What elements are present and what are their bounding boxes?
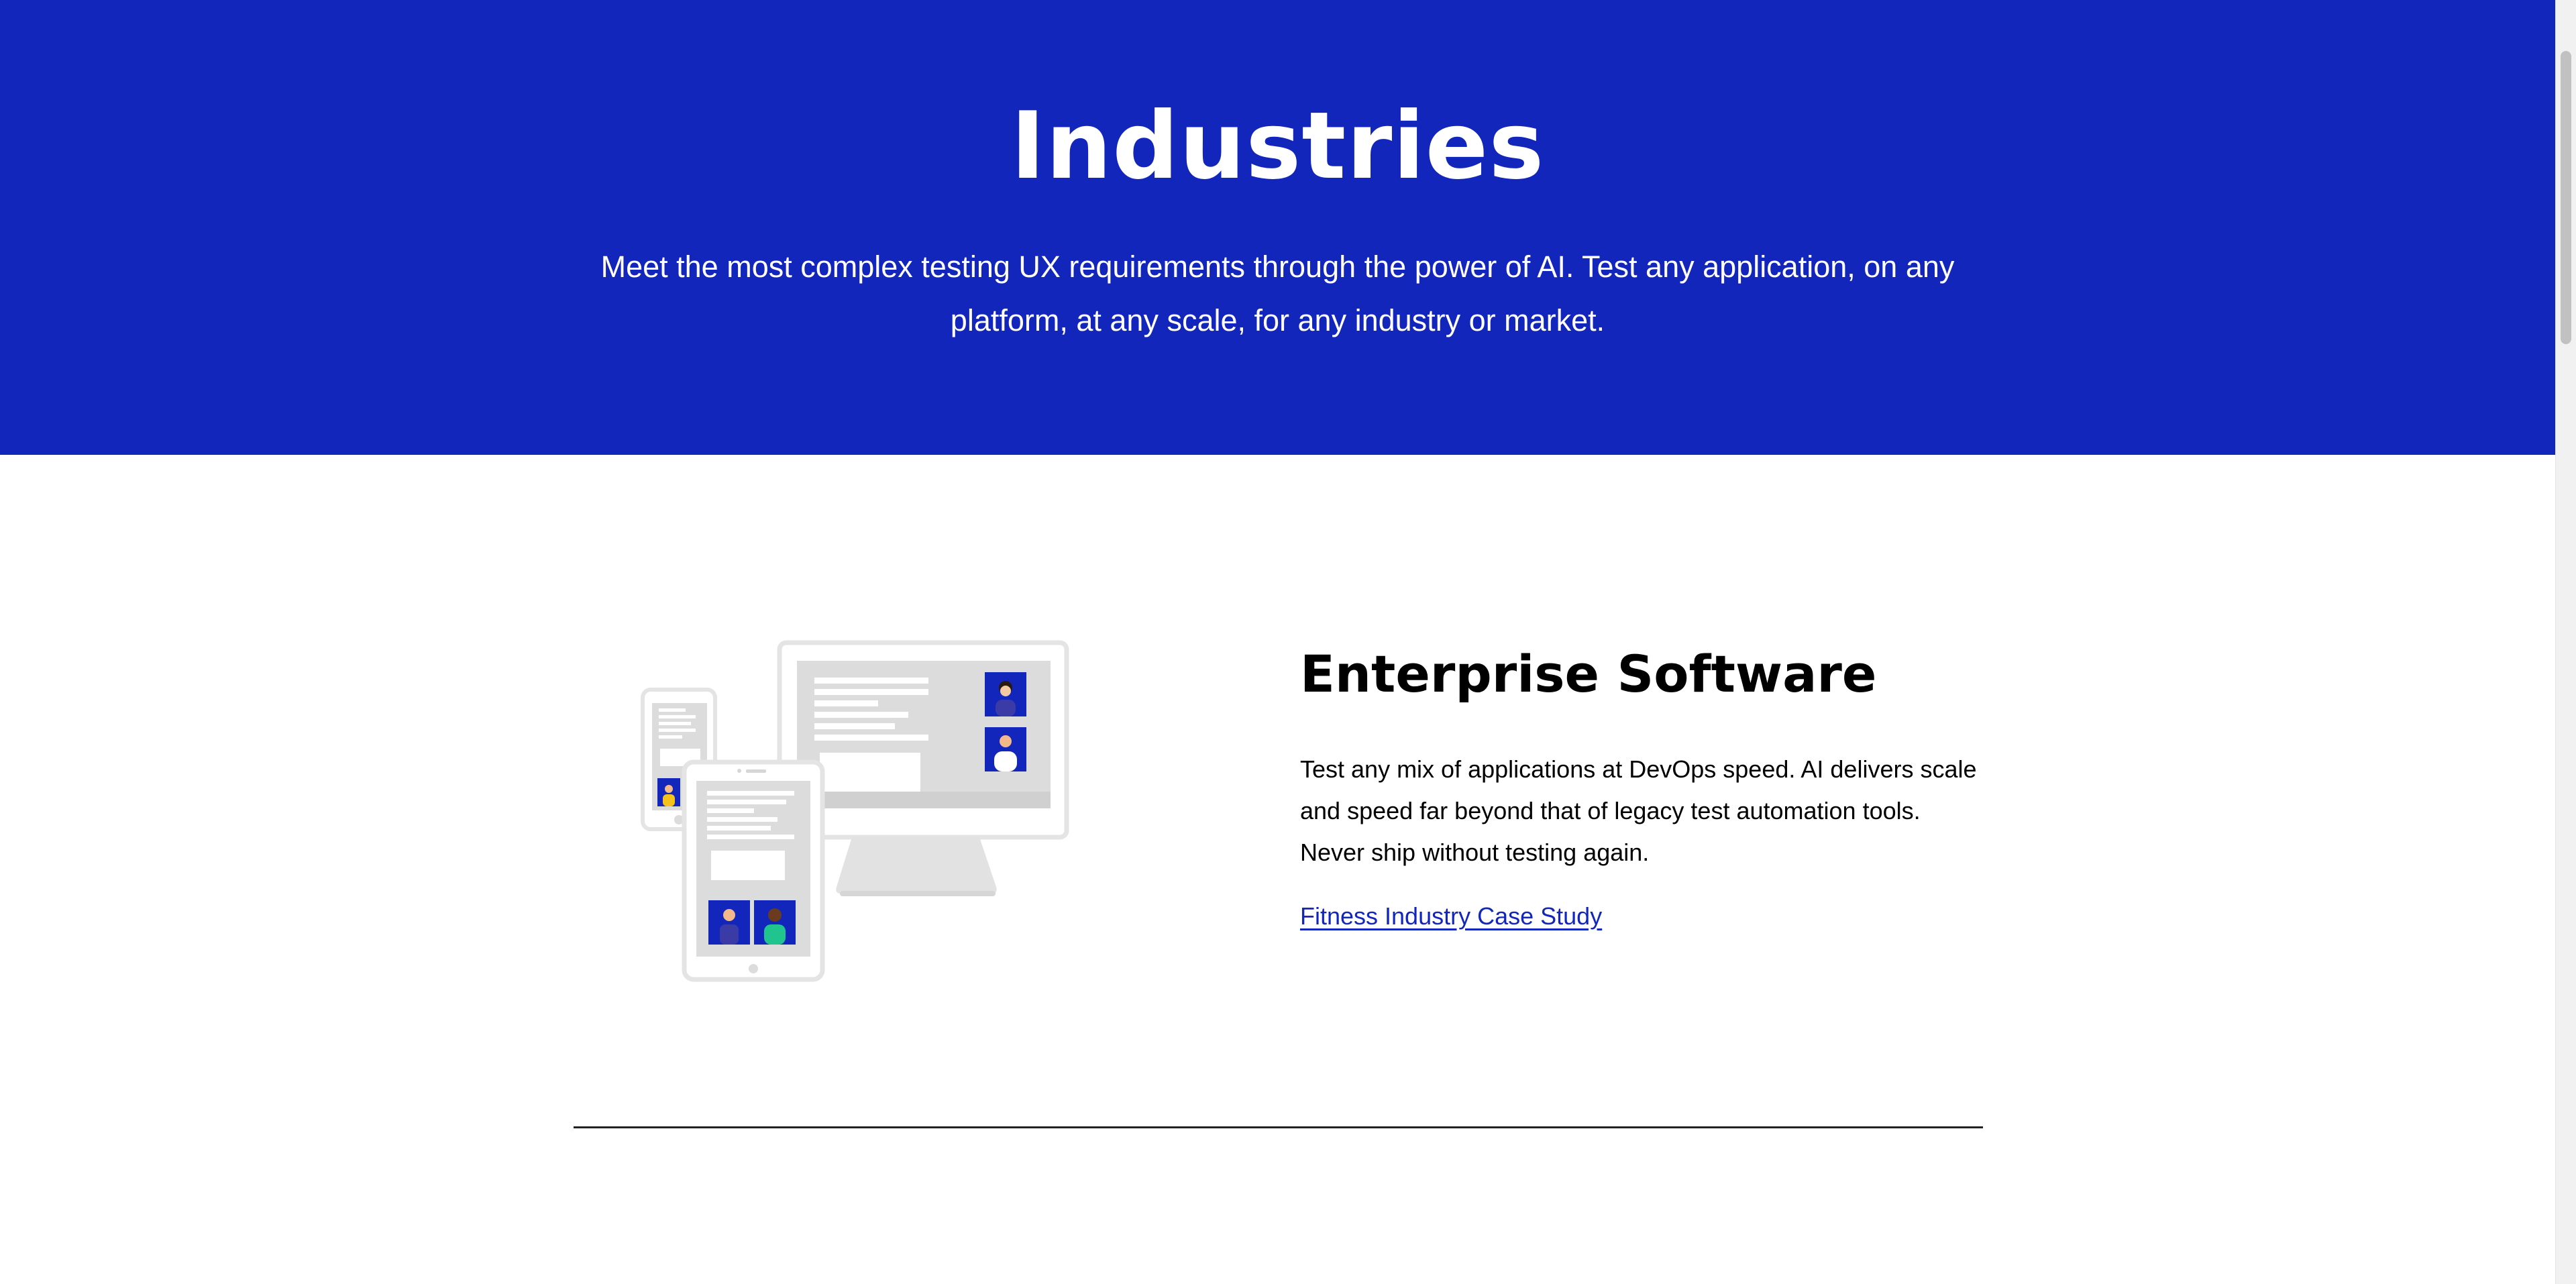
scrollbar-thumb[interactable] bbox=[2561, 51, 2571, 344]
tablet-device-icon bbox=[682, 759, 825, 982]
section-divider bbox=[574, 1126, 1983, 1128]
page: Industries Meet the most complex testing… bbox=[0, 0, 2576, 1284]
vertical-scrollbar[interactable] bbox=[2555, 0, 2576, 1284]
section-title: Enterprise Software bbox=[1300, 644, 1877, 704]
multi-device-illustration-icon bbox=[641, 640, 1069, 982]
case-study-link[interactable]: Fitness Industry Case Study bbox=[1300, 898, 1602, 935]
hero-banner: Industries Meet the most complex testing… bbox=[0, 0, 2555, 455]
hero-subtitle: Meet the most complex testing UX require… bbox=[600, 250, 1955, 337]
section-description: Test any mix of applications at DevOps s… bbox=[1300, 755, 1977, 866]
page-title: Industries bbox=[1010, 92, 1545, 200]
